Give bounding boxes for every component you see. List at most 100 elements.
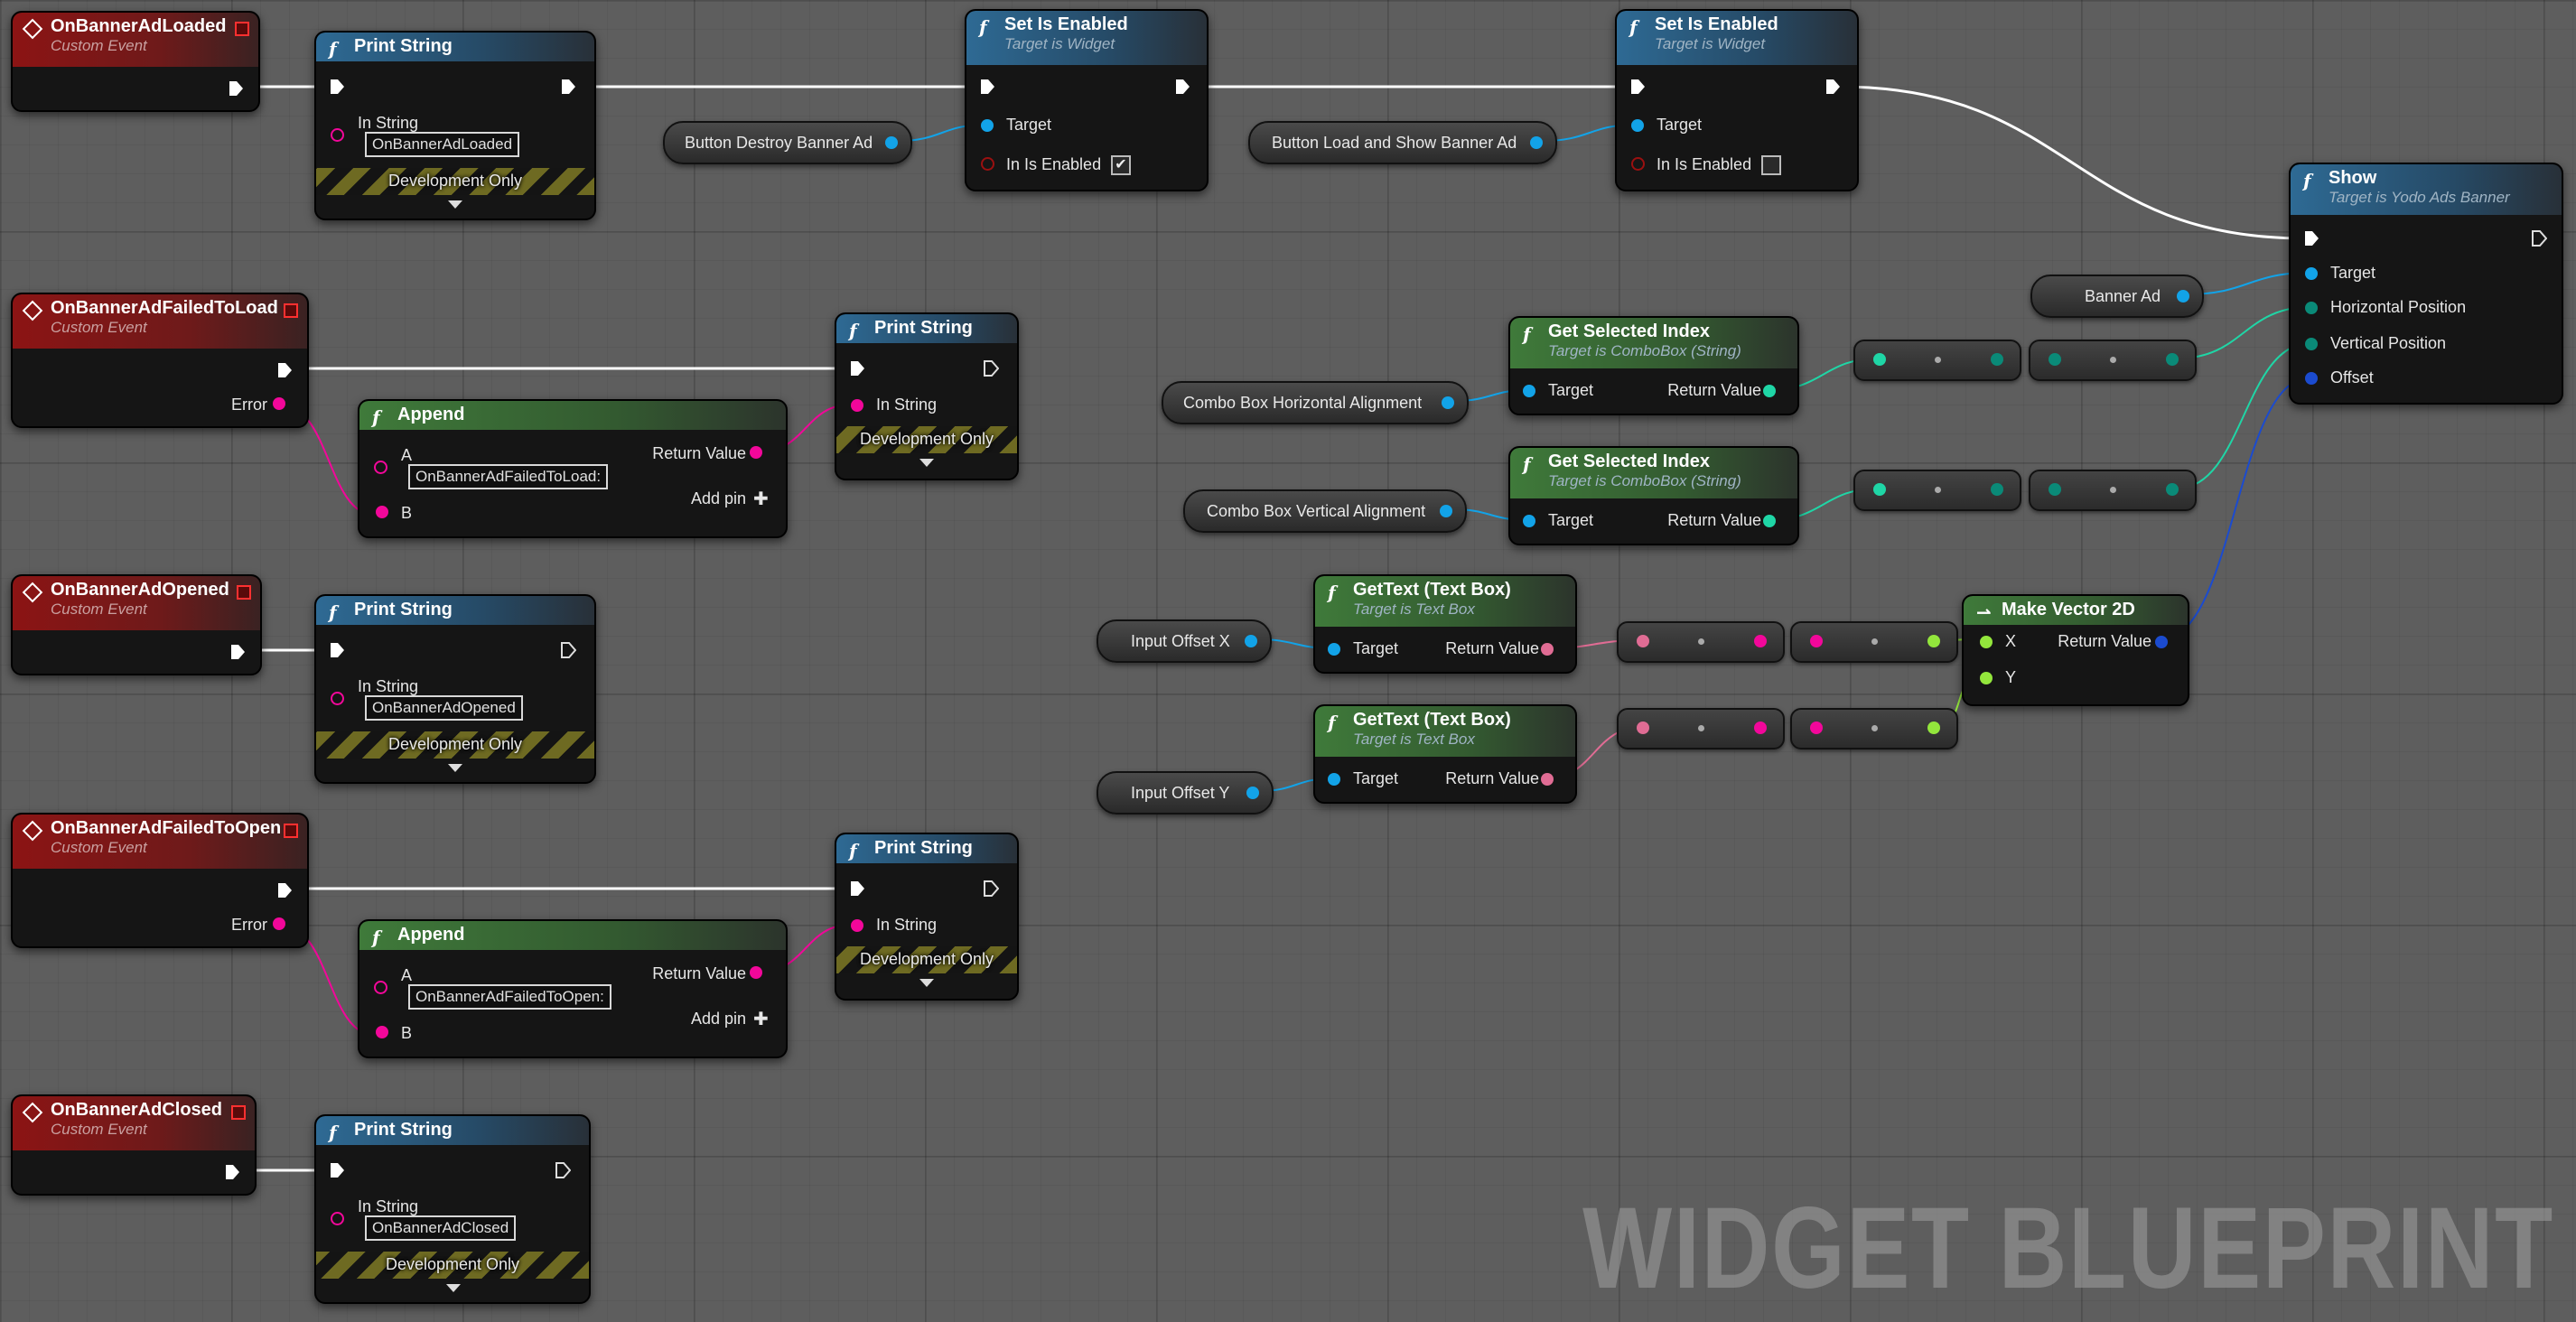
variable-input-offset-y[interactable]: Input Offset Y xyxy=(1097,771,1274,815)
variable-input-offset-x[interactable]: Input Offset X xyxy=(1097,619,1272,663)
exec-out-pin[interactable] xyxy=(1825,78,1841,96)
return-value-pin[interactable] xyxy=(1763,385,1776,397)
conversion-out-pin[interactable] xyxy=(1991,353,2003,366)
in-is-enabled-pin[interactable] xyxy=(981,157,994,171)
exec-out-pin[interactable] xyxy=(560,641,576,659)
delegate-pin-icon[interactable] xyxy=(284,303,298,318)
in-string-pin[interactable] xyxy=(851,919,863,932)
conversion-in-pin[interactable] xyxy=(1810,722,1823,734)
append-node-failed-to-load[interactable]: f Append A OnBannerAdFailedToLoad: Retur… xyxy=(358,399,788,538)
show-node[interactable]: f Show Target is Yodo Ads Banner Target … xyxy=(2289,163,2563,405)
return-value-pin[interactable] xyxy=(750,446,762,459)
get-selected-index-node-vertical[interactable]: f Get Selected Index Target is ComboBox … xyxy=(1508,446,1799,545)
variable-out-pin[interactable] xyxy=(1530,136,1543,149)
exec-out-pin[interactable] xyxy=(983,359,999,377)
target-pin[interactable] xyxy=(1328,773,1340,786)
conversion-in-pin[interactable] xyxy=(1637,722,1649,734)
expand-chevron-icon[interactable] xyxy=(446,1284,461,1292)
set-is-enabled-node-destroy[interactable]: f Set Is Enabled Target is Widget Target… xyxy=(965,9,1209,191)
return-value-pin[interactable] xyxy=(1541,773,1554,786)
conversion-out-pin[interactable] xyxy=(2166,353,2179,366)
delegate-pin-icon[interactable] xyxy=(231,1105,246,1120)
expand-chevron-icon[interactable] xyxy=(448,200,462,209)
exec-out-pin[interactable] xyxy=(983,880,999,898)
add-pin-icon[interactable]: ✚ xyxy=(753,488,769,510)
conversion-node-v-1[interactable] xyxy=(1853,470,2021,511)
exec-out-pin[interactable] xyxy=(224,1163,240,1181)
exec-out-pin[interactable] xyxy=(229,643,246,661)
delegate-pin-icon[interactable] xyxy=(284,824,298,838)
print-string-node-loaded[interactable]: f Print String In String OnBannerAdLoade… xyxy=(314,31,596,220)
in-string-input[interactable]: OnBannerAdOpened xyxy=(365,695,523,721)
in-string-input[interactable]: OnBannerAdLoaded xyxy=(365,132,520,157)
target-pin[interactable] xyxy=(1523,515,1535,527)
horizontal-position-pin[interactable] xyxy=(2305,302,2318,314)
target-pin[interactable] xyxy=(981,119,994,132)
variable-out-pin[interactable] xyxy=(1245,635,1257,647)
in-string-pin[interactable] xyxy=(331,1212,344,1225)
make-vector-2d-node[interactable]: ⇀ Make Vector 2D X Return Value Y xyxy=(1962,594,2189,706)
conversion-node-v-2[interactable] xyxy=(2029,470,2197,511)
conversion-node-x-2[interactable] xyxy=(1790,621,1958,663)
return-value-pin[interactable] xyxy=(1763,515,1776,527)
exec-in-pin[interactable] xyxy=(329,641,345,659)
exec-in-pin[interactable] xyxy=(329,1161,345,1179)
append-node-failed-to-open[interactable]: f Append A OnBannerAdFailedToOpen: Retur… xyxy=(358,919,788,1058)
variable-banner-ad[interactable]: Banner Ad xyxy=(2030,275,2204,318)
exec-out-pin[interactable] xyxy=(560,78,576,96)
conversion-in-pin[interactable] xyxy=(1873,353,1886,366)
conversion-in-pin[interactable] xyxy=(2049,483,2061,496)
conversion-out-pin[interactable] xyxy=(1991,483,2003,496)
add-pin-label[interactable]: Add pin xyxy=(691,489,746,508)
a-pin[interactable] xyxy=(374,461,387,474)
exec-out-pin[interactable] xyxy=(2531,229,2547,247)
delegate-pin-icon[interactable] xyxy=(237,585,251,600)
in-is-enabled-checkbox[interactable] xyxy=(1761,155,1781,175)
print-string-node-opened[interactable]: f Print String In String OnBannerAdOpene… xyxy=(314,594,596,784)
offset-pin[interactable] xyxy=(2305,372,2318,385)
exec-out-pin[interactable] xyxy=(555,1161,571,1179)
exec-out-pin[interactable] xyxy=(1174,78,1190,96)
exec-out-pin[interactable] xyxy=(276,881,293,899)
variable-out-pin[interactable] xyxy=(1246,787,1259,799)
conversion-in-pin[interactable] xyxy=(2049,353,2061,366)
exec-out-pin[interactable] xyxy=(276,361,293,379)
variable-button-load-show-banner-ad[interactable]: Button Load and Show Banner Ad xyxy=(1248,121,1557,164)
delegate-pin-icon[interactable] xyxy=(235,22,249,36)
event-node-on-banner-ad-loaded[interactable]: OnBannerAdLoaded Custom Event xyxy=(11,11,260,112)
event-node-on-banner-ad-failed-to-load[interactable]: OnBannerAdFailedToLoad Custom Event Erro… xyxy=(11,293,309,428)
in-string-pin[interactable] xyxy=(851,399,863,412)
conversion-node-y-2[interactable] xyxy=(1790,708,1958,749)
return-value-pin[interactable] xyxy=(750,966,762,979)
conversion-out-pin[interactable] xyxy=(1754,635,1767,647)
target-pin[interactable] xyxy=(1523,385,1535,397)
conversion-node-y-1[interactable] xyxy=(1617,708,1785,749)
exec-in-pin[interactable] xyxy=(329,78,345,96)
get-selected-index-node-horizontal[interactable]: f Get Selected Index Target is ComboBox … xyxy=(1508,316,1799,415)
b-pin[interactable] xyxy=(376,506,388,518)
in-is-enabled-pin[interactable] xyxy=(1631,157,1645,171)
variable-out-pin[interactable] xyxy=(2177,290,2189,303)
conversion-out-pin[interactable] xyxy=(2166,483,2179,496)
expand-chevron-icon[interactable] xyxy=(448,764,462,772)
exec-in-pin[interactable] xyxy=(2303,229,2319,247)
event-node-on-banner-ad-opened[interactable]: OnBannerAdOpened Custom Event xyxy=(11,574,262,675)
a-pin[interactable] xyxy=(374,981,387,994)
in-string-input[interactable]: OnBannerAdClosed xyxy=(365,1215,517,1241)
b-pin[interactable] xyxy=(376,1026,388,1038)
vertical-position-pin[interactable] xyxy=(2305,338,2318,350)
conversion-node-h-1[interactable] xyxy=(1853,340,2021,381)
variable-combo-box-horizontal-alignment[interactable]: Combo Box Horizontal Alignment xyxy=(1162,381,1469,424)
expand-chevron-icon[interactable] xyxy=(919,979,934,987)
add-pin-label[interactable]: Add pin xyxy=(691,1010,746,1029)
variable-out-pin[interactable] xyxy=(1440,505,1452,517)
target-pin[interactable] xyxy=(1328,643,1340,656)
print-string-node-failed-to-load[interactable]: f Print String In String Development Onl… xyxy=(835,312,1019,480)
exec-in-pin[interactable] xyxy=(849,880,865,898)
in-string-pin[interactable] xyxy=(331,692,344,705)
a-string-input[interactable]: OnBannerAdFailedToOpen: xyxy=(408,984,611,1010)
print-string-node-closed[interactable]: f Print String In String OnBannerAdClose… xyxy=(314,1114,591,1304)
in-string-pin[interactable] xyxy=(331,128,344,142)
target-pin[interactable] xyxy=(1631,119,1644,132)
get-text-node-offset-x[interactable]: f GetText (Text Box) Target is Text Box … xyxy=(1313,574,1577,674)
